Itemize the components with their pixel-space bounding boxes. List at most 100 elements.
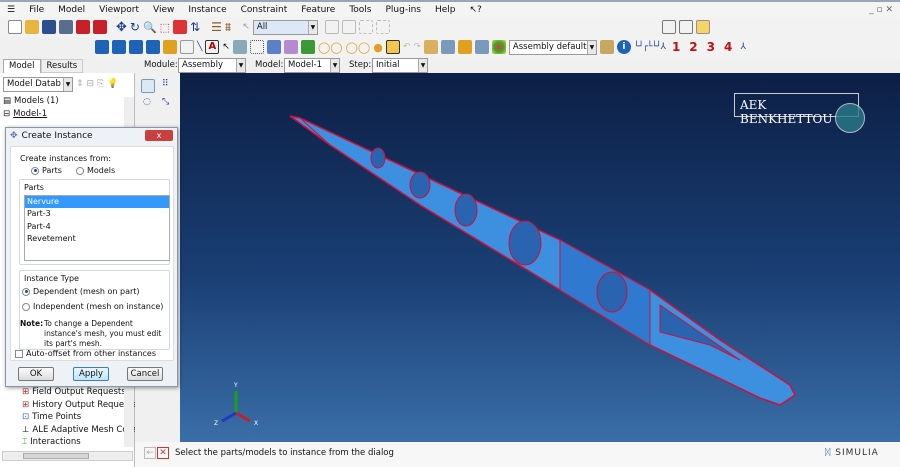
link-viewports-icon[interactable] — [163, 40, 177, 54]
export-icon[interactable] — [93, 20, 107, 34]
viewport-cascade-icon[interactable] — [112, 40, 126, 54]
step-select[interactable]: Initial ▼ — [372, 57, 428, 73]
boolean-icon[interactable]: ◯◯ — [318, 41, 343, 54]
save-icon[interactable] — [42, 20, 56, 34]
render-style-select[interactable]: Assembly defaults ▼ — [508, 39, 597, 55]
fit-icon[interactable] — [173, 20, 188, 34]
menu-file[interactable]: File — [22, 5, 51, 15]
tree-item-history-output[interactable]: ⊞ History Output Requests — [22, 399, 137, 412]
manager2-icon[interactable] — [474, 40, 489, 54]
list-icon[interactable] — [249, 40, 264, 54]
table-icon[interactable] — [232, 40, 247, 54]
menu-icon[interactable]: ☰ — [0, 5, 22, 15]
radio-independent[interactable]: Independent (mesh on instance) — [22, 302, 163, 311]
dialog-titlebar[interactable]: ✥ Create Instance x — [6, 128, 177, 143]
menu-instance[interactable]: Instance — [181, 5, 233, 15]
arrow-icon[interactable]: ╲ — [197, 42, 202, 52]
translate-instance-icon[interactable]: ⤡ — [162, 97, 169, 107]
tab-results[interactable]: Results — [40, 59, 84, 73]
selection-option-icon[interactable] — [324, 20, 339, 34]
scrollbar-thumb[interactable] — [23, 453, 89, 459]
horizontal-scrollbar[interactable] — [2, 451, 133, 461]
create-instance-icon[interactable] — [141, 79, 155, 93]
annotation-icon[interactable] — [180, 40, 194, 54]
part-icon[interactable] — [283, 40, 298, 54]
new-icon[interactable] — [8, 20, 22, 34]
menu-view[interactable]: View — [146, 5, 181, 15]
tree-item-time-points[interactable]: ⊡ Time Points — [22, 411, 137, 424]
open-icon[interactable] — [25, 20, 39, 34]
parts-list-item[interactable]: Part-4 — [25, 221, 169, 234]
menu-model[interactable]: Model — [51, 5, 92, 15]
selection-filter-select[interactable]: All ▼ — [252, 19, 318, 35]
model-select[interactable]: Model-1 ▼ — [284, 57, 340, 73]
close-button[interactable]: x — [145, 130, 173, 141]
import-icon[interactable] — [76, 20, 90, 34]
ladder-icon[interactable]: ☰ — [211, 20, 222, 34]
box-select-icon[interactable] — [358, 20, 373, 34]
viewport-vertical-icon[interactable] — [146, 40, 160, 54]
zoom-icon[interactable]: 🔍 — [143, 21, 157, 34]
view-shaded-icon[interactable] — [696, 20, 710, 34]
view-axes-icons[interactable]: └┘┌└└┘⅄ — [634, 42, 666, 52]
sort-icon[interactable]: ⇕ — [76, 79, 84, 89]
tree-item-models[interactable]: ▤ Models (1) — [3, 95, 134, 108]
view-box-icon[interactable] — [679, 20, 693, 34]
tree-item-ale[interactable]: ⊥ ALE Adaptive Mesh Cons — [22, 424, 137, 437]
radio-dependent[interactable]: Dependent (mesh on part) — [22, 287, 140, 296]
viewport-horizontal-icon[interactable] — [129, 40, 143, 54]
view-3-button[interactable]: 3 — [707, 40, 715, 54]
menu-help[interactable]: Help — [428, 5, 463, 15]
radio-parts[interactable]: Parts — [31, 166, 62, 175]
tree-item-field-output[interactable]: ⊞ Field Output Requests — [22, 386, 137, 399]
translate-icon[interactable] — [457, 40, 472, 54]
linear-pattern-icon[interactable]: ⠿ — [162, 79, 169, 89]
parts-list-item[interactable]: Nervure — [25, 196, 169, 208]
shell-icon[interactable] — [300, 40, 315, 54]
model-database-select[interactable]: Model Datab ▼ — [3, 76, 73, 92]
back-arrow-icon[interactable]: ← — [144, 447, 156, 459]
pan-icon[interactable]: ✥ — [116, 20, 127, 35]
view-2-button[interactable]: 2 — [689, 40, 697, 54]
render-mode-icon[interactable] — [599, 40, 614, 54]
apply-button[interactable]: Apply — [73, 367, 109, 381]
selection-option-icon[interactable] — [341, 20, 356, 34]
ok-button[interactable]: OK — [18, 367, 54, 381]
parts-list-item[interactable]: Part-3 — [25, 208, 169, 221]
menu-constraint[interactable]: Constraint — [234, 5, 295, 15]
view-1-button[interactable]: 1 — [672, 40, 680, 54]
radial-pattern-icon[interactable]: ◌ — [143, 97, 151, 107]
radio-models[interactable]: Models — [76, 166, 115, 175]
viewport-canvas[interactable]: Y X Z AEK BENKHETTOU — [180, 73, 900, 442]
text-icon[interactable]: A — [205, 40, 220, 54]
instance-icon[interactable] — [423, 40, 438, 54]
parts-list[interactable]: Nervure Part-3 Part-4 Revetement — [24, 195, 170, 261]
box-zoom-icon[interactable]: ⬚ — [160, 21, 170, 34]
tree-item-interactions[interactable]: ⌶ Interactions — [22, 436, 137, 449]
menu-feature[interactable]: Feature — [294, 5, 342, 15]
boolean-cut-icon[interactable]: ◯◯ — [346, 41, 371, 54]
mesh-icon[interactable] — [266, 40, 281, 54]
info-icon[interactable]: i — [616, 40, 631, 54]
parts-list-item[interactable]: Revetement — [25, 233, 169, 246]
select-mode-icon[interactable] — [375, 20, 390, 34]
undo-icon[interactable]: ↶ — [403, 42, 411, 52]
ladder2-icon[interactable]: ⩩ — [225, 20, 231, 35]
collapse-icon[interactable]: ⊟ — [87, 79, 95, 89]
pointer-icon[interactable]: ↖ — [222, 42, 230, 52]
select-arrow-icon[interactable]: ↖ — [242, 22, 250, 32]
view-4-button[interactable]: 4 — [724, 40, 732, 54]
auto-offset-checkbox[interactable]: Auto-offset from other instances — [15, 349, 156, 358]
module-select[interactable]: Assembly ▼ — [178, 57, 246, 73]
filter-icon[interactable]: ⎘ — [97, 79, 104, 89]
color-palette-icon[interactable] — [491, 40, 506, 54]
window-controls[interactable]: _ ▫ ✕ — [862, 5, 900, 15]
rotate-icon[interactable]: ↻ — [130, 20, 140, 34]
tree-item-model-1[interactable]: ⊟ Model-1 — [3, 108, 134, 121]
sphere-icon[interactable]: ● — [373, 41, 383, 54]
print-icon[interactable] — [59, 20, 73, 34]
redo-icon[interactable]: ↷ — [413, 42, 421, 52]
manager-icon[interactable] — [440, 40, 455, 54]
hint-icon[interactable]: 💡 — [107, 79, 118, 89]
context-help-button[interactable]: ↖? — [463, 5, 489, 15]
